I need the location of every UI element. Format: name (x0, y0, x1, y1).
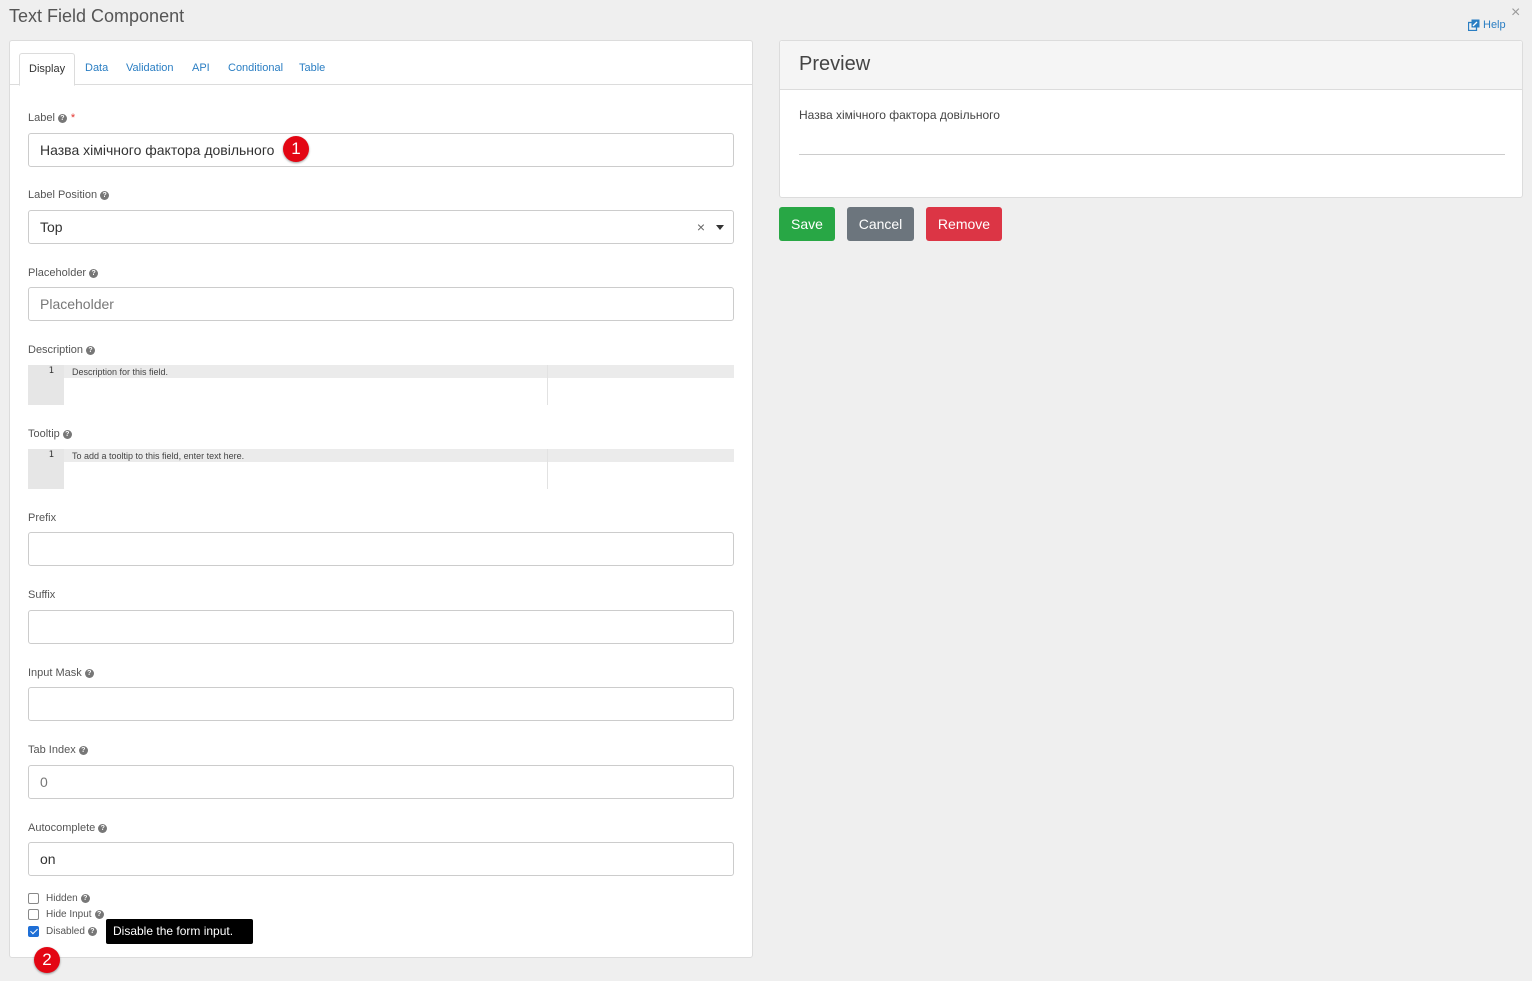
autocomplete-label: Autocomplete ? (28, 822, 108, 834)
dialog-title: Text Field Component (9, 6, 185, 26)
input-mask-input[interactable] (28, 687, 734, 721)
placeholder-label: Placeholder ? (28, 267, 99, 279)
hide-input-checkbox[interactable] (28, 909, 39, 920)
remove-button[interactable]: Remove (926, 207, 1002, 241)
tab-conditional[interactable]: Conditional (219, 53, 292, 86)
tooltip-text[interactable]: To add a tooltip to this field, enter te… (72, 451, 244, 461)
annotation-badge-2: 2 (34, 947, 60, 973)
label-position-select[interactable]: Top × (28, 210, 734, 244)
hidden-checkbox-label[interactable]: Hidden (46, 893, 78, 904)
tab-table[interactable]: Table (290, 53, 334, 86)
label-input[interactable]: Назва хімічного фактора довільного (28, 133, 734, 167)
disabled-checkbox[interactable] (28, 926, 39, 937)
cancel-button[interactable]: Cancel (847, 207, 914, 241)
tab-index-input[interactable]: 0 (28, 765, 734, 799)
question-icon[interactable]: ? (62, 429, 72, 439)
preview-field-label: Назва хімічного фактора довільного (799, 108, 1000, 122)
tab-api[interactable]: API (183, 53, 219, 86)
label-position-label: Label Position ? (28, 189, 110, 201)
suffix-input[interactable] (28, 610, 734, 644)
tab-validation[interactable]: Validation (117, 53, 183, 86)
hidden-row: Hidden ? (28, 893, 90, 904)
autocomplete-input[interactable]: on (28, 842, 734, 876)
print-margin (547, 365, 548, 405)
tab-index-label: Tab Index ? (28, 744, 88, 756)
description-label: Description ? (28, 344, 96, 356)
question-icon[interactable]: ? (87, 927, 97, 936)
disabled-checkbox-label[interactable]: Disabled (46, 926, 85, 937)
question-icon[interactable]: ? (84, 668, 94, 678)
tooltip-label: Tooltip ? (28, 428, 72, 440)
description-editor[interactable]: 1 Description for this field. (28, 365, 734, 405)
prefix-input[interactable] (28, 532, 734, 566)
question-icon[interactable]: ? (80, 894, 90, 903)
hidden-checkbox[interactable] (28, 893, 39, 904)
suffix-label: Suffix (28, 589, 56, 601)
hide-input-row: Hide Input ? (28, 909, 104, 920)
tab-display[interactable]: Display (19, 53, 76, 86)
prefix-label: Prefix (28, 512, 57, 524)
help-label[interactable]: Help (1483, 19, 1506, 31)
question-icon[interactable]: ? (78, 745, 88, 755)
input-mask-label: Input Mask ? (28, 667, 94, 679)
line-number: 1 (48, 366, 54, 376)
help-link[interactable]: Help (1468, 19, 1506, 31)
close-icon[interactable]: × (1511, 5, 1520, 21)
question-icon[interactable]: ? (57, 113, 67, 123)
question-icon[interactable]: ? (98, 823, 108, 833)
preview-field-input[interactable] (799, 154, 1505, 155)
label-position-value: Top (40, 219, 63, 235)
question-icon[interactable]: ? (100, 190, 110, 200)
tab-bar: Display Data Validation API Conditional … (10, 41, 752, 86)
label-field-label: Label ? * (28, 112, 76, 124)
required-marker: * (70, 112, 76, 124)
line-number: 1 (48, 450, 54, 460)
clear-icon[interactable]: × (697, 211, 705, 243)
tooltip-editor[interactable]: 1 To add a tooltip to this field, enter … (28, 449, 734, 489)
tab-data[interactable]: Data (76, 53, 117, 86)
hide-input-checkbox-label[interactable]: Hide Input (46, 909, 92, 920)
save-button[interactable]: Save (779, 207, 835, 241)
external-link-icon (1468, 19, 1480, 31)
question-icon[interactable]: ? (86, 345, 96, 355)
preview-title: Preview (799, 53, 871, 75)
annotation-badge-1: 1 (283, 136, 309, 162)
description-text[interactable]: Description for this field. (72, 367, 168, 377)
question-icon[interactable]: ? (94, 910, 104, 919)
chevron-down-icon[interactable] (716, 225, 724, 230)
placeholder-input[interactable]: Placeholder (28, 287, 734, 321)
tooltip-popup: Disable the form input. (106, 919, 253, 944)
question-icon[interactable]: ? (89, 268, 99, 278)
preview-panel: Preview Назва хімічного фактора довільно… (779, 40, 1523, 198)
settings-panel: Display Data Validation API Conditional … (9, 40, 753, 958)
disabled-row: Disabled ? (28, 926, 97, 937)
print-margin (547, 449, 548, 489)
preview-header: Preview (780, 41, 1522, 90)
